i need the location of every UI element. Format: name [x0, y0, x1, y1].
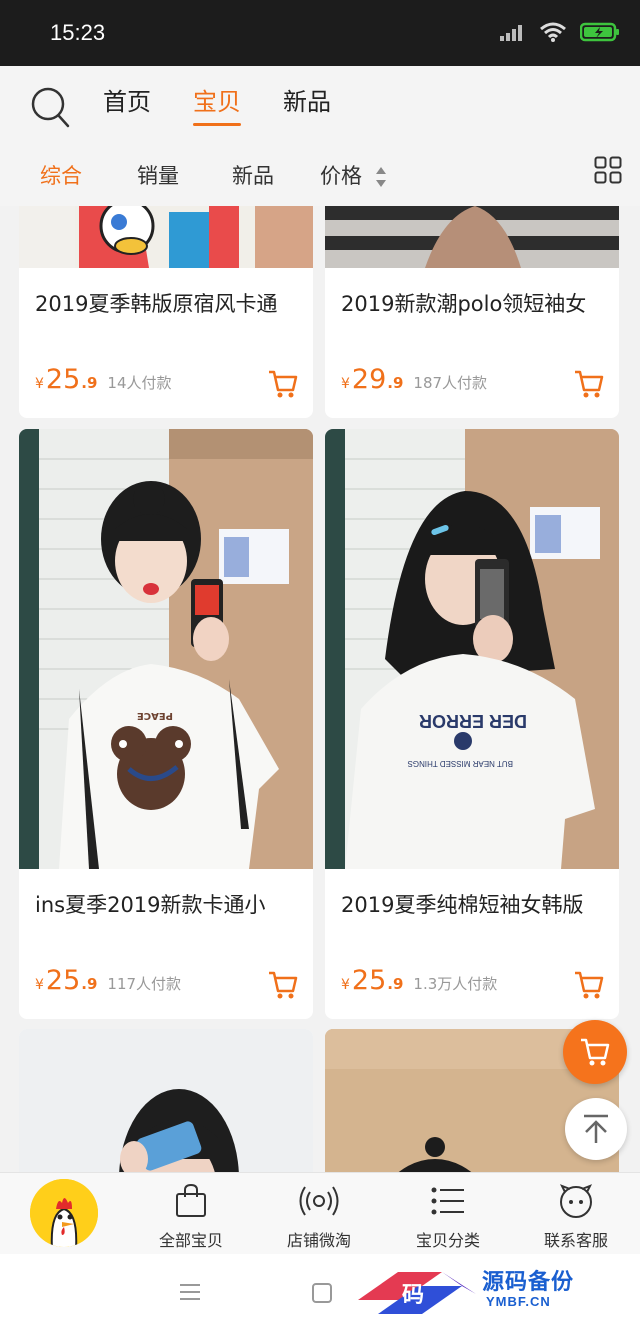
product-card[interactable]: 2019夏季韩版原宿风卡通 ¥ 25 .9 14人付款: [19, 206, 313, 418]
price-integer: 25: [351, 965, 387, 996]
shirt-print-error: DER ERROR: [419, 711, 527, 731]
price-integer: 29: [351, 364, 387, 395]
price-decimal: .9: [387, 374, 404, 392]
sold-count: 1.3万人付款: [413, 975, 498, 993]
shirt-print-peace: PEACE: [137, 710, 173, 721]
sold-count: 14人付款: [107, 374, 172, 392]
menu-icon[interactable]: [178, 1282, 202, 1302]
sort-sales[interactable]: 销量: [137, 160, 179, 190]
price-decimal: .9: [81, 374, 98, 392]
product-title: 2019夏季纯棉短袖女韩版: [341, 893, 584, 917]
product-price: ¥ 29 .9 187人付款: [341, 364, 487, 395]
watermark-glyph: 码: [402, 1282, 424, 1308]
nav-shop-feed[interactable]: 店铺微淘: [264, 1181, 374, 1251]
price-decimal: .9: [387, 975, 404, 993]
shirt-print-sub: BUT NEAR MISSED THINGS: [408, 759, 514, 768]
shop-avatar[interactable]: [30, 1179, 98, 1247]
sold-count: 117人付款: [107, 975, 182, 993]
product-image: [325, 206, 619, 268]
shop-bottom-nav: 全部宝贝 店铺微淘 宝贝分类 联系客服: [0, 1172, 640, 1254]
add-to-cart-icon[interactable]: [573, 368, 605, 400]
product-card[interactable]: PEACE ins夏季2019新款卡通小 ¥ 25 .9 117人付款: [19, 429, 313, 1019]
product-card[interactable]: [19, 1029, 313, 1172]
cart-icon: [581, 1038, 610, 1066]
sort-bar: 综合 销量 新品 价格: [0, 156, 640, 200]
status-time: 15:23: [50, 20, 106, 45]
product-grid: 2019夏季韩版原宿风卡通 ¥ 25 .9 14人付款 2019新款潮polo领…: [0, 206, 640, 1172]
nav-label: 全部宝贝: [158, 1231, 223, 1250]
wifi-icon: [540, 22, 566, 42]
add-to-cart-icon[interactable]: [267, 368, 299, 400]
broadcast-icon: [299, 1186, 339, 1216]
product-title: 2019新款潮polo领短袖女: [341, 292, 587, 316]
sort-price-label: 价格: [320, 164, 362, 188]
back-to-top-button[interactable]: [565, 1098, 627, 1160]
sort-comprehensive[interactable]: 综合: [40, 160, 82, 190]
price-currency: ¥: [341, 977, 350, 993]
tab-items[interactable]: 宝贝: [193, 86, 241, 130]
nav-label: 联系客服: [543, 1231, 608, 1250]
nav-all-items[interactable]: 全部宝贝: [136, 1181, 246, 1251]
list-icon: [431, 1187, 464, 1215]
bag-icon: [176, 1183, 206, 1217]
watermark-emblem: 码: [358, 1272, 476, 1314]
price-currency: ¥: [341, 376, 350, 392]
product-card[interactable]: 2019新款潮polo领短袖女 ¥ 29 .9 187人付款: [325, 206, 619, 418]
nav-label: 宝贝分类: [415, 1231, 480, 1250]
product-image: DER ERROR BUT NEAR MISSED THINGS: [325, 429, 619, 869]
product-image: [19, 206, 313, 268]
nav-categories[interactable]: 宝贝分类: [393, 1181, 503, 1251]
product-card[interactable]: DER ERROR BUT NEAR MISSED THINGS 2019夏季纯…: [325, 429, 619, 1019]
price-integer: 25: [45, 965, 81, 996]
status-icons: [500, 22, 620, 42]
watermark-sub-text: YMBF.CN: [486, 1294, 551, 1309]
watermark-logo: 码 源码备份 YMBF.CN: [358, 1258, 640, 1328]
product-price: ¥ 25 .9 117人付款: [35, 965, 181, 996]
product-image: PEACE: [19, 429, 313, 869]
home-square-icon[interactable]: [311, 1282, 333, 1304]
price-integer: 25: [45, 364, 81, 395]
sold-count: 187人付款: [413, 374, 488, 392]
price-decimal: .9: [81, 975, 98, 993]
sort-price[interactable]: 价格: [320, 160, 387, 190]
price-currency: ¥: [35, 376, 44, 392]
grid-view-icon[interactable]: [594, 156, 622, 184]
add-to-cart-icon[interactable]: [267, 969, 299, 1001]
tab-new[interactable]: 新品: [283, 86, 331, 130]
watermark-main-text: 源码备份: [482, 1269, 575, 1295]
sort-arrows-icon: [375, 167, 386, 187]
arrow-up-icon: [584, 1114, 608, 1143]
product-image: [19, 1029, 313, 1172]
floating-cart-button[interactable]: [563, 1020, 627, 1084]
search-icon[interactable]: [30, 86, 70, 128]
product-title: ins夏季2019新款卡通小: [35, 893, 266, 917]
shop-header: 首页 宝贝 新品 综合 销量 新品 价格: [0, 66, 640, 206]
add-to-cart-icon[interactable]: [573, 969, 605, 1001]
battery-icon: [580, 22, 619, 42]
system-nav-bar: 码 源码备份 YMBF.CN: [0, 1254, 640, 1332]
sort-new[interactable]: 新品: [232, 160, 274, 190]
status-bar: 15:23: [0, 0, 640, 66]
signal-icon: [500, 25, 522, 41]
product-price: ¥ 25 .9 1.3万人付款: [341, 965, 497, 996]
top-tabs: 首页 宝贝 新品: [103, 86, 331, 130]
chat-face-icon: [559, 1184, 593, 1218]
product-title: 2019夏季韩版原宿风卡通: [35, 292, 278, 316]
nav-label: 店铺微淘: [286, 1231, 351, 1250]
price-currency: ¥: [35, 977, 44, 993]
nav-customer-service[interactable]: 联系客服: [521, 1181, 631, 1251]
tab-home[interactable]: 首页: [103, 86, 151, 130]
product-price: ¥ 25 .9 14人付款: [35, 364, 172, 395]
